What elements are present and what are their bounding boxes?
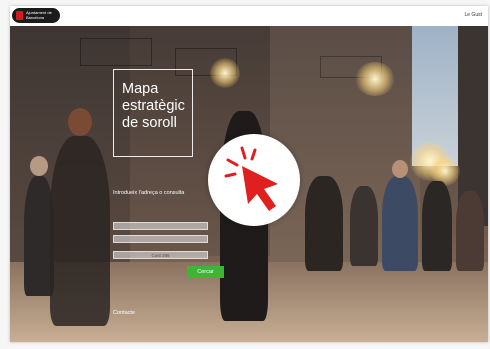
logo-mark-icon (16, 11, 23, 20)
hero-title-line2: estratègic (122, 98, 185, 114)
logo-text: Ajuntament de Barcelona (26, 10, 52, 20)
hero-title-line3: de soroll (122, 115, 177, 131)
click-cursor-icon (224, 146, 278, 211)
address-field-3[interactable]: Cust 288 (113, 251, 208, 259)
ajuntament-logo[interactable]: Ajuntament de Barcelona (12, 8, 60, 23)
search-button[interactable]: Cercar (187, 266, 224, 278)
pedestrian-8 (456, 191, 484, 271)
address-field-1[interactable] (113, 222, 208, 230)
click-cursor-badge (208, 134, 300, 226)
pedestrian-7 (422, 181, 452, 271)
pedestrian-1-head (30, 156, 48, 176)
top-bar: Ajuntament de Barcelona Le Gust (10, 6, 488, 26)
contact-link[interactable]: Contacte (113, 310, 135, 316)
pedestrian-6 (382, 176, 418, 271)
address-field-2[interactable] (113, 235, 208, 243)
street-lamp-1 (210, 58, 240, 88)
logo-text-line2: Barcelona (26, 14, 45, 20)
pedestrian-2-head (68, 108, 92, 136)
pedestrian-4 (305, 176, 343, 271)
pedestrian-5 (350, 186, 378, 266)
pedestrian-2 (50, 136, 110, 326)
pedestrian-6-head (392, 160, 408, 178)
search-label: Introdueix l'adreça o consulta (113, 190, 185, 196)
balcony-1 (80, 38, 152, 66)
browser-frame: Ajuntament de Barcelona Le Gust Mapa est… (10, 6, 488, 342)
language-selector[interactable]: Le Gust (464, 12, 482, 18)
hero-title-line1: Mapa (122, 81, 159, 97)
street-lamp-2 (355, 62, 395, 96)
hero-title-box: Mapa estratègic de soroll (113, 69, 193, 157)
